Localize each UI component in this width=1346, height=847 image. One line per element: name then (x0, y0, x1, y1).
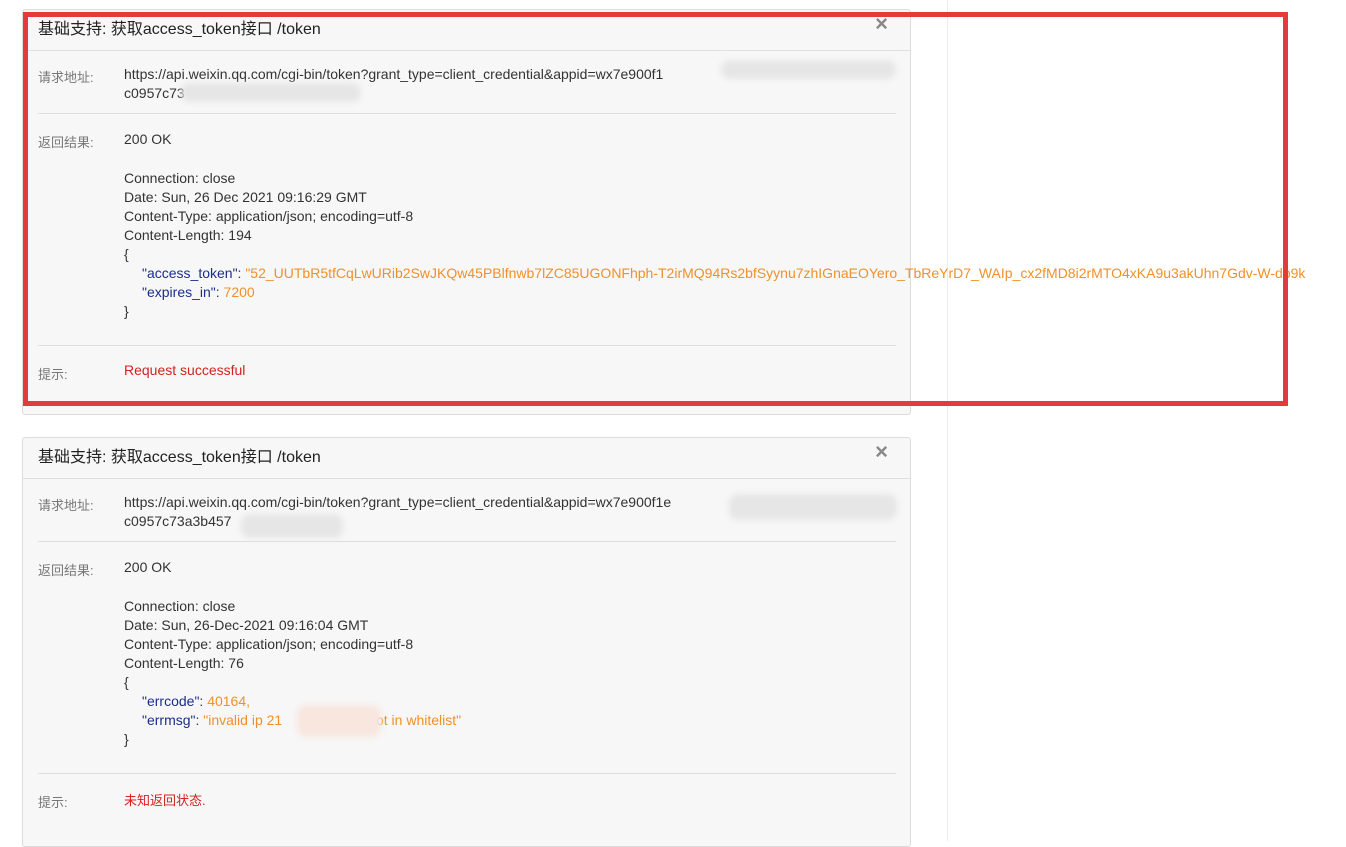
json-value: 40164 (207, 693, 247, 709)
json-open-brace: { (124, 674, 129, 690)
response-label: 返回结果: (38, 135, 94, 150)
json-field-access-token: "access_token": "52_UUTbR5tfCqLwURib2SwJ… (142, 264, 1305, 283)
tip-label: 提示: (38, 795, 68, 810)
panel-title: 基础支持: 获取access_token接口 /token (23, 10, 910, 51)
tip-text: Request successful (124, 362, 246, 378)
header-line: Connection: close (124, 170, 236, 186)
separator (38, 541, 896, 542)
separator (38, 113, 896, 114)
request-panel-1: 基础支持: 获取access_token接口 /token × 请求地址: ht… (22, 9, 1305, 415)
json-key: "errmsg" (142, 712, 196, 728)
json-comma: , (246, 693, 251, 709)
request-url-line-1: https://api.weixin.qq.com/cgi-bin/token?… (124, 494, 672, 510)
separator (38, 345, 896, 346)
json-field-errcode: "errcode": 40164, (142, 692, 250, 711)
json-value: "invalid ip 21 (203, 712, 283, 728)
header-line: Connection: close (124, 598, 236, 614)
json-value-tail: not in whitelist" (368, 712, 462, 728)
close-icon[interactable]: × (875, 440, 888, 464)
status-text: 200 OK (124, 559, 172, 575)
response-label: 返回结果: (38, 563, 94, 578)
redaction-blur (297, 705, 381, 737)
request-panel-2: 基础支持: 获取access_token接口 /token × 请求地址: ht… (22, 437, 911, 847)
json-close-brace: } (124, 731, 129, 747)
status-text: 200 OK (124, 131, 172, 147)
json-key: "errcode" (142, 693, 200, 709)
request-url-line-2: c0957c73 (124, 85, 185, 101)
json-field-expires-in: "expires_in": 7200 (142, 283, 255, 302)
json-open-brace: { (124, 246, 129, 262)
header-line: Content-Length: 76 (124, 655, 244, 671)
request-url-line-2: c0957c73a3b457 (124, 513, 232, 529)
redaction-blur (181, 83, 361, 102)
request-url-line-1: https://api.weixin.qq.com/cgi-bin/token?… (124, 66, 664, 82)
redaction-blur (241, 514, 343, 538)
json-value: "52_UUTbR5tfCqLwURib2SwJKQw45PBlfnwb7lZC… (245, 265, 1306, 281)
panel-title: 基础支持: 获取access_token接口 /token (23, 438, 910, 479)
header-line: Content-Type: application/json; encoding… (124, 636, 414, 652)
redaction-blur (729, 494, 897, 520)
close-icon[interactable]: × (875, 12, 888, 36)
json-key: "access_token" (142, 265, 238, 281)
json-separator: : (215, 284, 224, 300)
request-url-label: 请求地址: (38, 70, 94, 85)
header-line: Content-Type: application/json; encoding… (124, 208, 414, 224)
request-url-label: 请求地址: (38, 498, 94, 513)
json-value: 7200 (223, 284, 255, 300)
header-line: Date: Sun, 26-Dec-2021 09:16:04 GMT (124, 617, 369, 633)
json-key: "expires_in" (142, 284, 216, 300)
separator (38, 773, 896, 774)
tip-label: 提示: (38, 367, 68, 382)
content-divider (947, 0, 948, 841)
json-close-brace: } (124, 303, 129, 319)
header-line: Content-Length: 194 (124, 227, 252, 243)
header-line: Date: Sun, 26 Dec 2021 09:16:29 GMT (124, 189, 367, 205)
redaction-blur (721, 60, 896, 79)
tip-text: 未知返回状态. (124, 793, 206, 808)
